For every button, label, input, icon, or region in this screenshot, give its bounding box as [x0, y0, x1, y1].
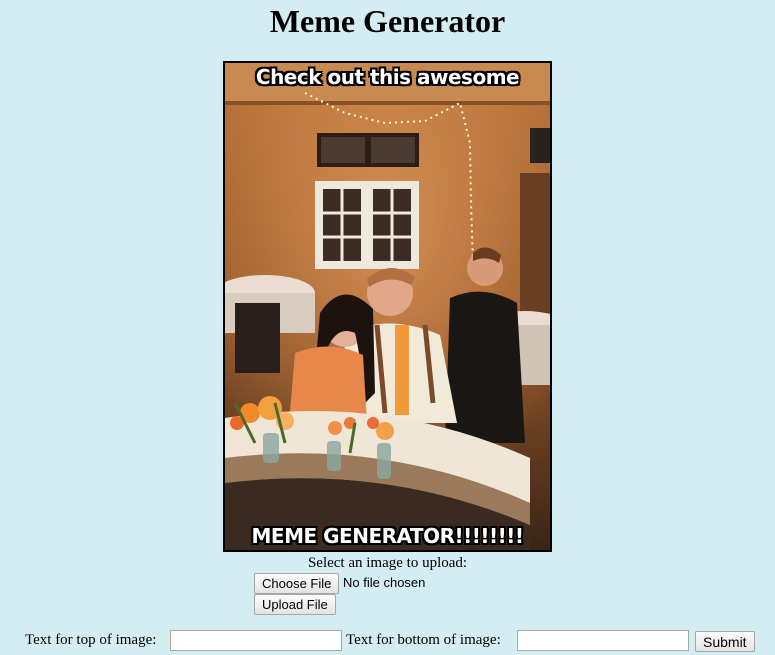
bottom-text-label: Text for bottom of image:: [346, 632, 501, 648]
choose-file-button[interactable]: Choose File: [254, 573, 340, 594]
submit-button[interactable]: Submit: [695, 631, 755, 652]
upload-file-button[interactable]: Upload File: [254, 594, 336, 615]
meme-image: Check out this awesome MEME GENERATOR!!!…: [223, 61, 552, 552]
top-text-label: Text for top of image:: [25, 632, 157, 648]
file-status: No file chosen: [343, 575, 426, 590]
page-title: Meme Generator: [269, 3, 506, 39]
meme-top-text: Check out this awesome: [255, 65, 520, 89]
bottom-text-input[interactable]: [517, 630, 689, 651]
meme-bottom-text: MEME GENERATOR!!!!!!!!: [251, 524, 524, 548]
upload-label: Select an image to upload:: [307, 555, 468, 571]
top-text-input[interactable]: [170, 630, 342, 651]
wedding-photo: [225, 63, 550, 550]
